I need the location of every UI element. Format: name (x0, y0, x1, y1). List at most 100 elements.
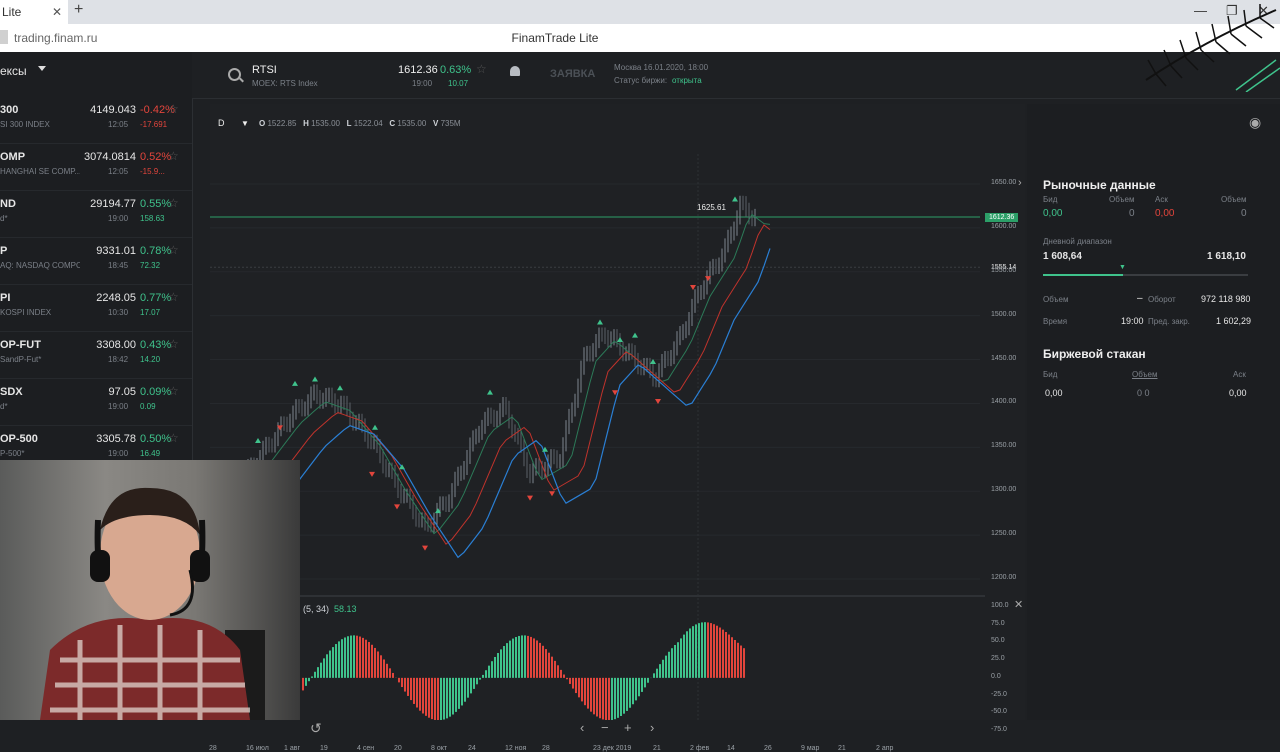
prev-close-value: 1 602,29 (1216, 316, 1251, 326)
user-avatar-icon[interactable]: ◉ (1249, 114, 1261, 131)
oscillator-bar (533, 638, 535, 677)
oscillator-bar (725, 632, 727, 678)
ask-volume-label: Объем (1221, 195, 1247, 204)
close-indicator-icon[interactable]: ✕ (1014, 598, 1023, 611)
oscillator-bar (386, 664, 388, 678)
oscillator-bar (428, 678, 430, 718)
new-tab-icon[interactable]: + (74, 1, 83, 19)
oscillator-bar (305, 678, 307, 686)
oscillator-bar (662, 660, 664, 678)
time-tick-label: 20 (394, 745, 402, 752)
book-volume-label[interactable]: Объем (1132, 370, 1158, 379)
favorite-star-icon[interactable]: ☆ (476, 62, 487, 76)
reset-chart-icon[interactable]: ↺ (310, 720, 322, 737)
price-chart[interactable] (210, 104, 1025, 720)
high-value: 1535.00 (311, 119, 340, 128)
chart-area[interactable]: D ▼ O 1522.85 H 1535.00 L 1522.04 C 1535… (210, 104, 1025, 720)
tab-close-icon[interactable]: ✕ (52, 0, 62, 24)
time-tick-label: 24 (468, 745, 476, 752)
oscillator-bar (740, 646, 742, 678)
watchlist-change-pct: 0.55% (140, 198, 171, 210)
oscillator-tick-label: 75.0 (991, 620, 1005, 627)
oscillator-bar (512, 639, 514, 678)
oscillator-bar (566, 678, 568, 679)
scroll-left-icon[interactable]: ‹ (580, 720, 584, 735)
order-button[interactable]: ЗАЯВКА (550, 68, 595, 80)
instrument-price: 1612.36 (398, 64, 438, 76)
time-tick-label: 2 апр (876, 745, 893, 752)
oscillator-bar (341, 639, 343, 678)
favorite-star-icon[interactable]: ☆ (168, 431, 179, 445)
favorite-star-icon[interactable]: ☆ (168, 102, 179, 116)
bell-icon[interactable] (510, 66, 520, 76)
browser-tab[interactable]: Lite ✕ (0, 0, 68, 24)
oscillator-bar (617, 678, 619, 718)
time-tick-label: 16 июл (246, 745, 269, 752)
favorite-star-icon[interactable]: ☆ (168, 243, 179, 257)
oscillator-bar (635, 678, 637, 701)
oscillator-bar (608, 678, 610, 720)
oscillator-bar (581, 678, 583, 702)
volume-value: – (1137, 293, 1143, 304)
book-ask-label: Аск (1233, 370, 1246, 379)
watchlist-name: SI 300 INDEX (0, 120, 80, 129)
oscillator-bar (356, 636, 358, 678)
oscillator-bar (380, 655, 382, 678)
ask-label: Аск (1155, 195, 1168, 204)
oscillator-bar (665, 656, 667, 678)
indicator-value: 58.13 (334, 604, 357, 614)
oscillator-bar (530, 637, 532, 678)
favorite-star-icon[interactable]: ☆ (168, 149, 179, 163)
prev-close-label: Пред. закр. (1148, 317, 1190, 326)
oscillator-bar (620, 678, 622, 716)
day-range-marker: ▼ (1119, 264, 1126, 271)
instrument-symbol[interactable]: RTSI (252, 64, 277, 76)
ma-mid-line (230, 225, 770, 544)
oscillator-bar (302, 678, 304, 691)
watchlist-title[interactable]: ексы (0, 64, 27, 78)
oscillator-bar (332, 647, 334, 678)
window-title: FinamTrade Lite (0, 31, 1110, 45)
oscillator-bar (353, 635, 355, 678)
oscillator-bar (434, 678, 436, 720)
oscillator-bar (422, 678, 424, 714)
watchlist-item[interactable]: PAQ: NASDAQ COMPOSIT...9331.010.78%18:45… (0, 237, 192, 285)
favorite-star-icon[interactable]: ☆ (168, 337, 179, 351)
watchlist-item[interactable]: 300SI 300 INDEX4149.043-0.42%12:05-17.69… (0, 96, 192, 144)
watchlist-change-pts: -15.9... (140, 167, 165, 176)
favorite-star-icon[interactable]: ☆ (168, 290, 179, 304)
oscillator-bar (458, 678, 460, 709)
fractal-down-marker (422, 546, 428, 551)
oscillator-bar (488, 666, 490, 678)
session-time: Москва 16.01.2020, 18:00 (614, 63, 708, 72)
oscillator-bar (476, 678, 478, 684)
oscillator-bar (545, 649, 547, 678)
chevron-right-icon[interactable]: › (1018, 177, 1022, 189)
favorite-star-icon[interactable]: ☆ (168, 384, 179, 398)
watchlist-item[interactable]: NDd*29194.770.55%19:00158.63☆ (0, 190, 192, 238)
favorite-star-icon[interactable]: ☆ (168, 196, 179, 210)
presenter-image (0, 460, 300, 720)
watchlist-item[interactable]: SDXd*97.050.09%19:000.09☆ (0, 378, 192, 426)
watchlist-item[interactable]: PIKOSPI INDEX2248.050.77%10:3017.07☆ (0, 284, 192, 332)
watchlist-item[interactable]: OP-FUTSandP-Fut*3308.000.43%18:4214.20☆ (0, 331, 192, 379)
oscillator-bar (470, 678, 472, 694)
oscillator-bar (410, 678, 412, 700)
oscillator-bar (548, 653, 550, 678)
exchange-status-label: Статус биржи: (614, 76, 667, 85)
search-icon[interactable] (228, 68, 241, 81)
oscillator-bar (653, 673, 655, 678)
zoom-out-icon[interactable]: − (601, 720, 609, 735)
time-tick-label: 23 дек 2019 (593, 745, 631, 752)
watchlist-item[interactable]: OMPHANGHAI SE COMP...3074.08140.52%12:05… (0, 143, 192, 191)
zoom-in-icon[interactable]: + (624, 720, 632, 735)
indicator-params: (5, 34) (303, 604, 329, 614)
scroll-right-icon[interactable]: › (650, 720, 654, 735)
timeframe-select[interactable]: D ▼ (218, 118, 249, 128)
chevron-down-icon[interactable] (38, 66, 46, 71)
oscillator-bar (569, 678, 571, 684)
oscillator-bar (464, 678, 466, 702)
oscillator-bar (404, 678, 406, 692)
watchlist-ticker: OP-500 (0, 433, 38, 445)
watchlist-time: 19:00 (108, 449, 128, 458)
